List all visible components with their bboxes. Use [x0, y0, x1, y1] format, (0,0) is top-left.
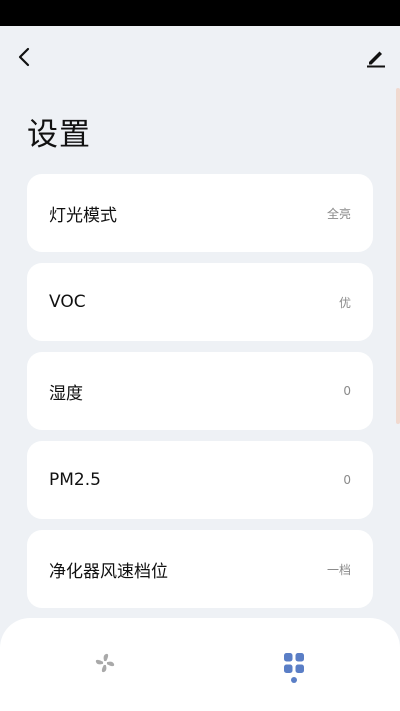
pencil-icon — [367, 51, 385, 68]
setting-row-humidity[interactable]: 湿度 0 — [27, 352, 373, 430]
back-button[interactable] — [10, 42, 38, 72]
status-bar — [0, 0, 400, 26]
setting-row-voc[interactable]: VOC 优 — [27, 263, 373, 341]
setting-row-fan-speed[interactable]: 净化器风速档位 一档 — [27, 530, 373, 608]
chevron-left-icon — [18, 47, 30, 67]
edit-button[interactable] — [362, 42, 390, 72]
fan-icon — [95, 653, 115, 673]
setting-label: 净化器风速档位 — [49, 561, 168, 582]
scroll-indicator[interactable] — [396, 88, 400, 424]
setting-label: PM2.5 — [49, 470, 101, 490]
setting-label: 湿度 — [49, 383, 83, 404]
setting-label: VOC — [49, 292, 86, 312]
bottom-nav — [0, 618, 400, 711]
setting-value: 一档 — [326, 562, 351, 577]
settings-list: 灯光模式 全亮 VOC 优 湿度 0 PM2.5 0 净化器风速档位 一档 — [27, 174, 373, 619]
setting-value: 优 — [338, 295, 351, 310]
setting-row-light-mode[interactable]: 灯光模式 全亮 — [27, 174, 373, 252]
setting-value: 0 — [343, 384, 351, 398]
top-bar — [0, 26, 400, 90]
setting-value: 全亮 — [326, 206, 351, 221]
page-title: 设置 — [27, 117, 91, 153]
setting-label: 灯光模式 — [49, 205, 117, 226]
setting-value: 0 — [343, 473, 351, 487]
nav-tab-settings[interactable] — [276, 652, 312, 692]
grid-dots-icon — [284, 653, 304, 673]
nav-tab-fan[interactable] — [87, 652, 123, 692]
active-tab-indicator — [291, 677, 297, 683]
setting-row-pm25[interactable]: PM2.5 0 — [27, 441, 373, 519]
